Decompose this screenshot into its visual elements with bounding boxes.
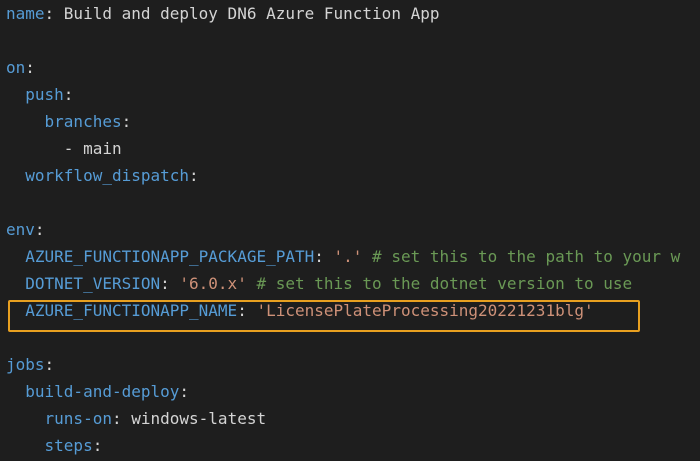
yaml-key-workflow-dispatch: workflow_dispatch (25, 166, 190, 185)
code-line-package-path: AZURE_FUNCTIONAPP_PACKAGE_PATH: '.' # se… (6, 246, 680, 268)
code-line-main: - main (6, 138, 122, 160)
yaml-key-jobs: jobs (6, 355, 45, 374)
code-line-steps: steps: (6, 435, 103, 457)
yaml-list-item-main: - main (63, 139, 122, 158)
yaml-value-dotnet-version: '6.0.x' (179, 274, 247, 293)
yaml-key-env: env (6, 220, 35, 239)
code-line-name: name: Build and deploy DN6 Azure Functio… (6, 3, 439, 25)
yaml-value-package-path: '.' (333, 247, 363, 266)
yaml-key-branches: branches (44, 112, 122, 131)
code-editor[interactable]: name: Build and deploy DN6 Azure Functio… (0, 0, 700, 461)
yaml-separator: : (160, 274, 180, 293)
yaml-separator: : (314, 247, 334, 266)
code-line-functionapp-name: AZURE_FUNCTIONAPP_NAME: 'LicensePlatePro… (6, 300, 594, 322)
yaml-value-functionapp-name: 'LicensePlateProcessing20221231blg' (256, 301, 594, 320)
yaml-key-steps: steps (44, 436, 93, 455)
yaml-separator: : (63, 85, 74, 104)
yaml-key-push: push (25, 85, 64, 104)
yaml-comment: # set this to the path to your w (362, 247, 681, 266)
yaml-separator: : (44, 355, 55, 374)
code-line-on: on: (6, 57, 35, 79)
code-line-dotnet-version: DOTNET_VERSION: '6.0.x' # set this to th… (6, 273, 632, 295)
code-line-jobs: jobs: (6, 354, 54, 376)
yaml-separator: : (34, 220, 45, 239)
yaml-separator: : (111, 409, 132, 428)
yaml-separator: : (44, 4, 64, 23)
yaml-comment: # set this to the dotnet version to use (246, 274, 633, 293)
code-line-push: push: (6, 84, 73, 106)
yaml-key-name: name (6, 4, 45, 23)
yaml-key-runs-on: runs-on (44, 409, 112, 428)
code-line-runs-on: runs-on: windows-latest (6, 408, 267, 430)
yaml-value-runs-on: windows-latest (131, 409, 267, 428)
code-line-workflow-dispatch: workflow_dispatch: (6, 165, 199, 187)
yaml-separator: : (237, 301, 257, 320)
yaml-separator: : (25, 58, 35, 77)
code-line-build-and-deploy: build-and-deploy: (6, 381, 189, 403)
yaml-value-name: Build and deploy DN6 Azure Function App (63, 4, 440, 23)
yaml-key-on: on (6, 58, 26, 77)
yaml-separator: : (189, 166, 199, 185)
code-line-env: env: (6, 219, 45, 241)
code-line-branches: branches: (6, 111, 132, 133)
yaml-key-functionapp-name: AZURE_FUNCTIONAPP_NAME (25, 301, 238, 320)
yaml-separator: : (121, 112, 132, 131)
yaml-key-package-path: AZURE_FUNCTIONAPP_PACKAGE_PATH (25, 247, 315, 266)
yaml-separator: : (92, 436, 103, 455)
yaml-separator: : (179, 382, 190, 401)
yaml-key-dotnet-version: DOTNET_VERSION (25, 274, 161, 293)
yaml-key-build-and-deploy: build-and-deploy (25, 382, 180, 401)
